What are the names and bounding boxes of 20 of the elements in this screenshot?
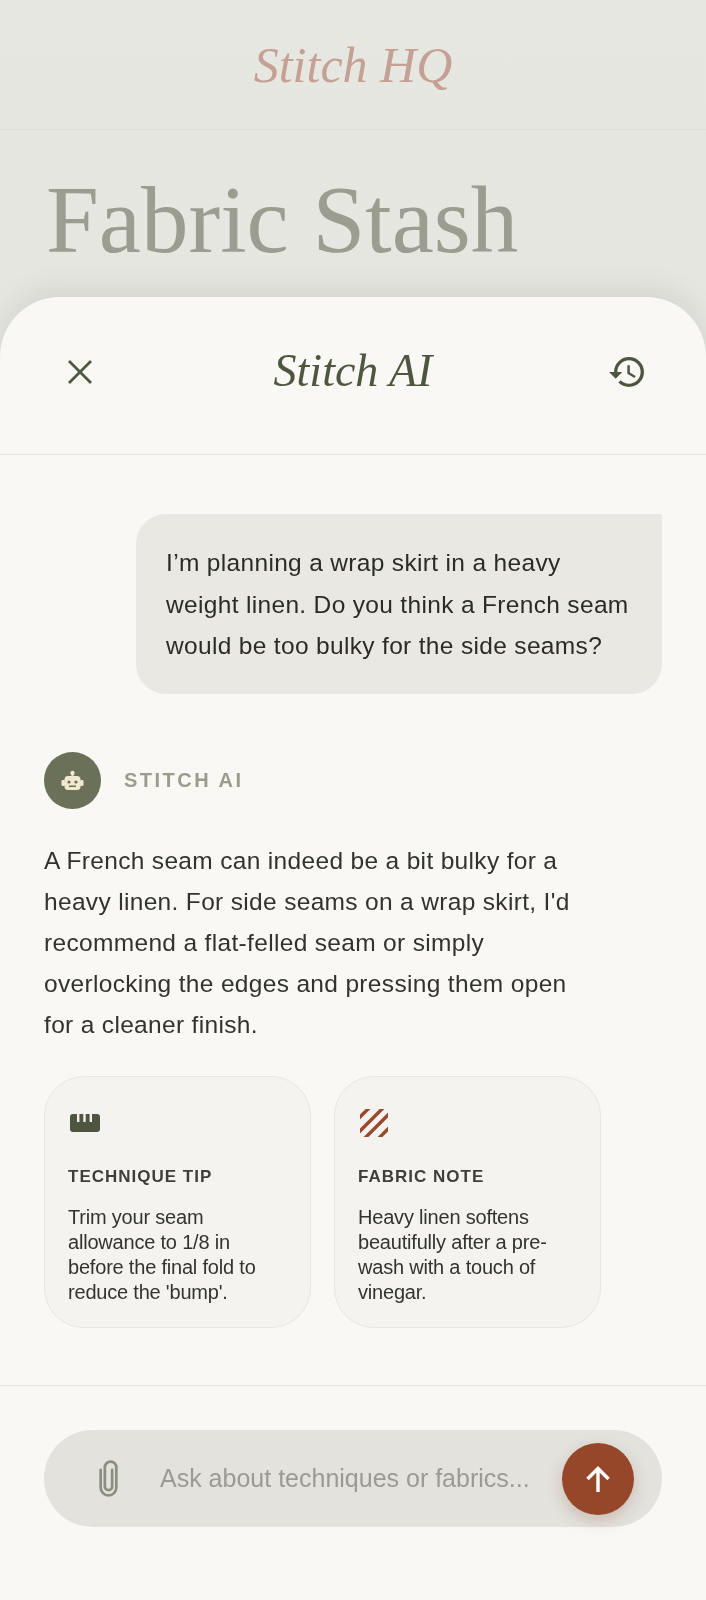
history-icon	[608, 356, 644, 387]
send-button[interactable]	[562, 1442, 634, 1515]
arrow-up-icon	[584, 1464, 612, 1493]
diagonal-stripes-icon	[360, 1108, 388, 1137]
composer-field[interactable]: Ask about techniques or fabrics...	[44, 1430, 662, 1527]
card-heading: FABRIC NOTE	[358, 1165, 486, 1188]
sender-label: STITCH AI	[124, 768, 244, 792]
card-heading: TECHNIQUE TIP	[68, 1165, 214, 1188]
paperclip-icon	[98, 1460, 118, 1497]
message-input[interactable]: Ask about techniques or fabrics...	[160, 1456, 550, 1501]
card-text: Trim your seam allowance to 1/8 in before the final fold to reduce the 'bump'.	[68, 1204, 257, 1305]
ruler-icon	[70, 1113, 100, 1132]
sheet-title: Stitch AI	[273, 346, 433, 397]
close-icon	[67, 358, 93, 385]
page-heading: Fabric Stash	[46, 173, 519, 268]
robot-icon	[44, 751, 101, 809]
reply-text: A French seam can indeed be a bit bulky for a heavy linen. For side seams on a wrap skirt, I'd recommend a flat-felled seam or simply overlocking the edges and pressing them open for a cleaner finish.	[44, 845, 571, 1040]
message-text: I’m planning a wrap skirt in a heavy weight linen. Do you think a French seam would be too bulky for the side seams?	[166, 548, 630, 661]
brand-title: Stitch HQ	[253, 39, 453, 90]
card-text: Heavy linen softens beautifully after a pre-wash with a touch of vinegar.	[358, 1204, 548, 1305]
